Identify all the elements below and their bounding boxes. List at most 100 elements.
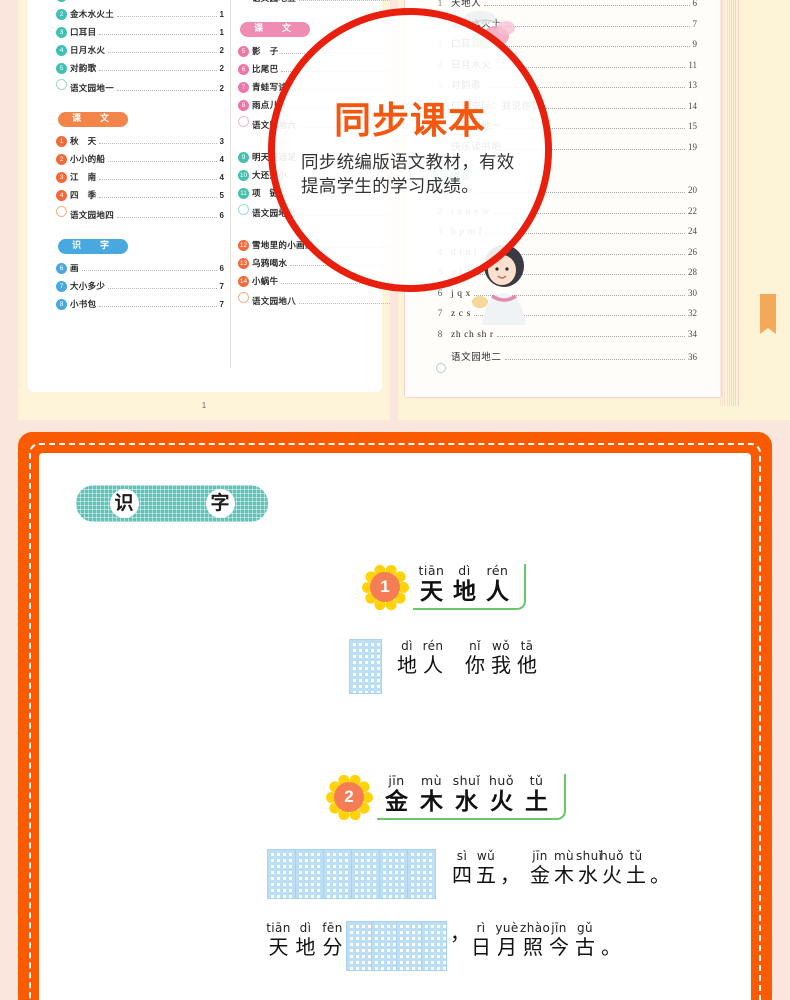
annotated-text-block: tiān dì fēn 天地分 <box>265 921 346 962</box>
right-toc-row[interactable]: 8 zh ch sh r 34 <box>429 329 697 350</box>
pinyin-syllable <box>648 849 672 863</box>
writing-grid-cell[interactable] <box>351 849 380 899</box>
toc-leader-dots <box>108 287 217 289</box>
pinyin-syllable: nǐ <box>469 639 481 653</box>
hanzi-character: ， <box>450 923 470 945</box>
toc-row[interactable]: 7 大小多少 7 <box>56 280 224 298</box>
pinyin-syllable: tǔ <box>529 772 544 788</box>
toc-item-page: 7 <box>219 281 224 291</box>
toc-row[interactable]: 1秋 天 3 <box>56 135 224 153</box>
right-toc-page: 20 <box>688 185 697 195</box>
toc-row[interactable]: 语文园地五10 <box>238 0 390 8</box>
pinyin-syllable: tiān <box>418 562 445 578</box>
toc-item-number: 4 <box>56 45 67 56</box>
right-toc-page: 19 <box>688 141 697 152</box>
hanzi-character: 天 <box>420 577 443 604</box>
lesson-hanzi-1: 天地人 <box>415 578 514 606</box>
toc-row[interactable]: 5 对韵歌 2 <box>56 62 224 80</box>
toc-item-page: 2 <box>219 64 224 73</box>
toc-leader-dots <box>99 196 217 198</box>
toc-leader-dots <box>81 269 217 271</box>
writing-grid-cell[interactable] <box>421 921 447 971</box>
toc-item-page: 3 <box>219 136 224 146</box>
pinyin-syllable: jīn <box>551 921 567 935</box>
writing-grid-cell[interactable] <box>349 639 382 694</box>
toc-column-left: 1天地人12金木水火土13口耳目14日月水火25对韵歌2语文园地一2课 文1秋 … <box>56 0 224 316</box>
pinyin-syllable: shuǐ <box>576 849 603 863</box>
toc-row[interactable]: 4四 季 5 <box>56 189 224 207</box>
bookmark-ribbon-icon <box>760 294 776 334</box>
lesson-pinyin-2: jīn mù shuǐ huǒ tǔ <box>379 772 554 788</box>
toc-leader-dots <box>99 34 217 35</box>
toc-leader-dots <box>117 16 217 17</box>
writing-grid-cell[interactable] <box>396 921 422 971</box>
page-edge-line <box>733 0 735 406</box>
toc-section-badge: 识 字 <box>58 238 129 254</box>
right-toc-row[interactable]: 语文园地二 36 <box>429 349 697 373</box>
toc-row[interactable]: 1天地人1 <box>56 0 224 8</box>
writing-grid[interactable] <box>349 639 382 694</box>
hanzi-character: 古 <box>575 937 595 960</box>
toc-item-number: 6 <box>56 262 67 274</box>
hanzi-line: 天地分 <box>265 935 346 962</box>
toc-item-title: 对韵歌 <box>70 63 97 73</box>
pinyin-syllable: tǔ <box>629 849 643 863</box>
pinyin-syllable: jīn <box>532 849 548 863</box>
writing-grid-cell[interactable] <box>379 849 408 899</box>
toc-item-number: 3 <box>56 171 67 183</box>
toc-row[interactable]: 3江 南 4 <box>56 171 224 189</box>
pinyin-line: rì yuè zhào jīn gǔ <box>468 921 624 935</box>
toc-item-number: 13 <box>238 257 249 269</box>
hanzi-character: 水 <box>578 865 598 888</box>
pinyin-line: nǐ wǒ tā <box>462 639 540 653</box>
hanzi-line: 日月照今古。 <box>468 935 624 962</box>
annotated-text-block: sì wǔ 四五， <box>450 849 522 890</box>
toc-item-page: 1 <box>219 10 224 19</box>
writing-grid-cell[interactable] <box>346 921 372 971</box>
pinyin-syllable: rì <box>476 921 486 935</box>
right-toc-page: 36 <box>688 352 697 362</box>
hanzi-character: 分 <box>322 937 343 960</box>
writing-grid-cell[interactable] <box>407 849 436 899</box>
writing-grid-cell[interactable] <box>323 849 352 899</box>
toc-item-number: 8 <box>56 298 67 310</box>
toc-row[interactable]: 语文园地四 6 <box>56 205 224 225</box>
hanzi-line: 金木水火土。 <box>528 863 672 890</box>
screenshot-root: 1天地人12金木水火土13口耳目14日月水火25对韵歌2语文园地一2课 文1秋 … <box>0 0 790 1000</box>
toc-row[interactable]: 4 日月水火 2 <box>56 44 224 62</box>
right-toc-number: 8 <box>429 329 451 345</box>
right-toc-page: 11 <box>688 59 697 70</box>
toc-row[interactable]: 3 口耳目 1 <box>56 26 224 44</box>
toc-row[interactable]: 语文园地八19 <box>238 291 390 311</box>
toc-item-number: 4 <box>56 189 67 201</box>
toc-item-title: 语文园地一 <box>70 83 115 93</box>
right-toc-number: 7 <box>429 308 451 324</box>
toc-row[interactable]: 8 小书包 7 <box>56 298 224 316</box>
hanzi-character: 今 <box>549 937 569 960</box>
writing-grid-cell[interactable] <box>371 921 397 971</box>
toc-item-number: 12 <box>238 239 249 251</box>
hanzi-character: 地 <box>453 577 476 604</box>
pinyin-syllable: wǔ <box>476 849 496 863</box>
right-toc-page: 6 <box>692 0 698 8</box>
toc-row[interactable]: 语文园地一 2 <box>56 79 224 98</box>
toc-leader-dots <box>99 178 217 180</box>
hanzi-line: 四五， <box>450 863 522 890</box>
writing-grid-cell[interactable] <box>295 849 324 899</box>
hanzi-character: 金 <box>385 787 408 814</box>
writing-grid-cell[interactable] <box>267 849 296 899</box>
annotated-text-block: dì rén 地人 <box>394 639 446 680</box>
page-edge-line <box>731 0 732 406</box>
writing-grid[interactable] <box>346 921 447 971</box>
pinyin-syllable <box>498 849 522 863</box>
annotated-text-block: ， <box>450 921 470 948</box>
hanzi-character: 你 <box>465 655 485 678</box>
hanzi-character: 他 <box>517 655 537 678</box>
toc-row[interactable]: 6画6 <box>56 262 224 280</box>
toc-row[interactable]: 2 小小的船 4 <box>56 153 224 171</box>
pinyin-syllable: mù <box>553 849 575 863</box>
toc-row[interactable]: 2 金木水火土 1 <box>56 8 224 26</box>
page-edge-line <box>737 0 739 406</box>
writing-grid[interactable] <box>267 849 436 899</box>
toc-item-number: 1 <box>56 135 67 147</box>
